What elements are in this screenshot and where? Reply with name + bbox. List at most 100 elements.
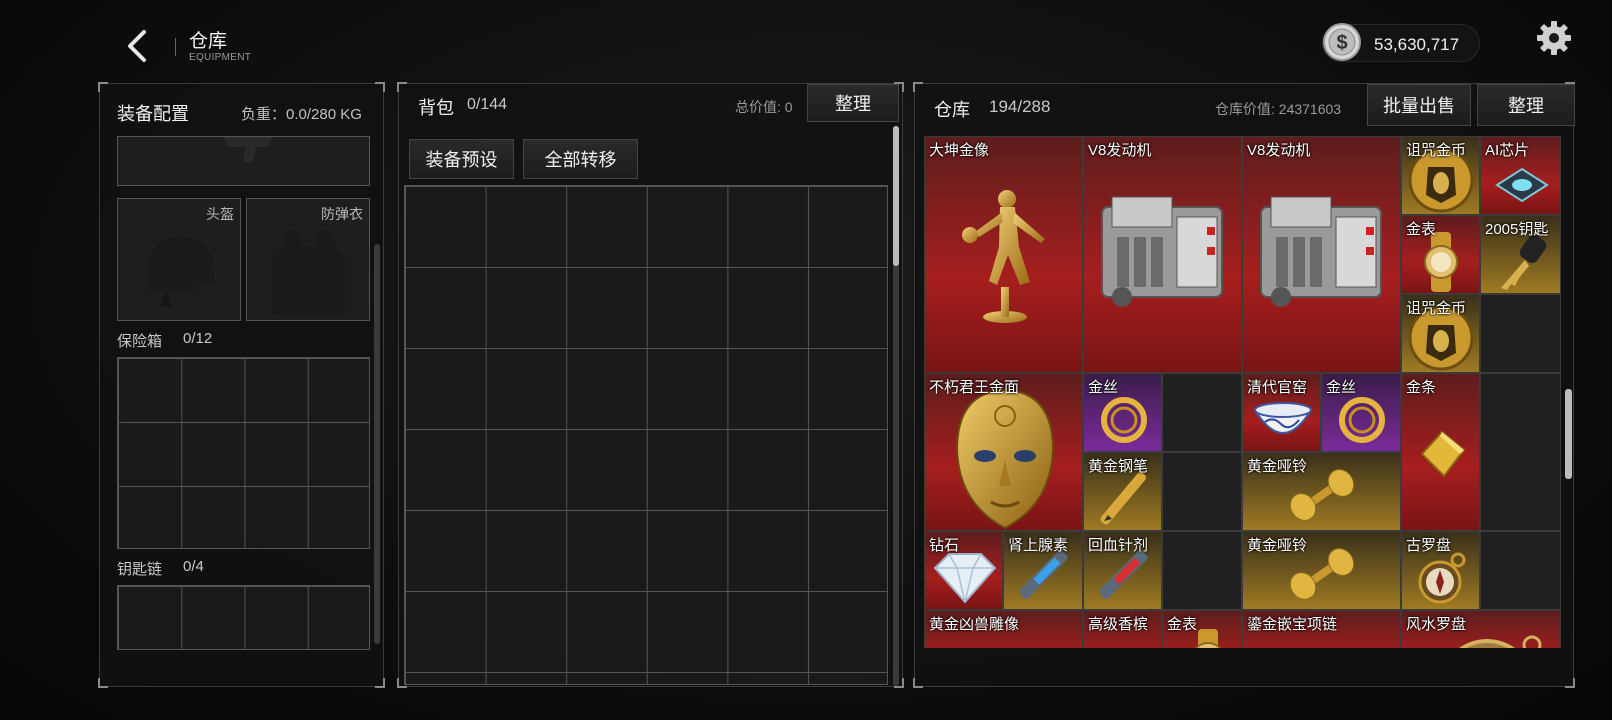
equipment-preset-button[interactable]: 装备预设 (409, 139, 514, 179)
item-name: 金丝 (1088, 379, 1119, 396)
gear-icon (1537, 21, 1571, 55)
warehouse-empty-slot[interactable] (1480, 373, 1561, 531)
safe-box-count: 0/12 (183, 330, 213, 347)
warehouse-item-ancient-compass[interactable]: 古罗盘 (1401, 531, 1480, 610)
engine-icon (1260, 196, 1382, 307)
warehouse-item-gold-wire-2[interactable]: 金丝 (1321, 373, 1401, 452)
warehouse-item-gold-dumbbell-1[interactable]: 黄金哑铃 (1242, 452, 1401, 531)
item-name: 不朽君王金面 (929, 379, 1020, 396)
item-name: 诅咒金币 (1406, 142, 1467, 159)
settings-button[interactable] (1534, 18, 1574, 58)
warehouse-item-gold-watch-2[interactable]: 金表 (1162, 610, 1242, 648)
warehouse-item-ai-chip[interactable]: AI芯片 (1480, 136, 1561, 215)
item-name: 黄金钢笔 (1088, 458, 1149, 475)
item-name: 金条 (1406, 379, 1437, 396)
item-name: 黄金哑铃 (1247, 458, 1308, 475)
warehouse-item-2005-key[interactable]: 2005钥匙 (1480, 215, 1561, 294)
weapon-slot[interactable] (117, 136, 370, 186)
warehouse-empty-slot[interactable] (1162, 531, 1242, 610)
warehouse-item-champagne[interactable]: 高级香槟 (1083, 610, 1162, 648)
compass-icon (1418, 552, 1466, 604)
chip-icon (1495, 167, 1549, 203)
vest-icon (273, 231, 345, 315)
item-name: 钻石 (929, 537, 960, 554)
item-name: 金表 (1406, 221, 1437, 238)
warehouse-item-gilded-necklace[interactable]: 鎏金嵌宝项链 (1242, 610, 1401, 648)
warehouse-grid[interactable]: 大坤金像 V8发动机 V8发动机 诅咒金币 AI芯片 金表 2005钥匙 诅咒金… (924, 136, 1561, 648)
warehouse-empty-slot[interactable] (1162, 373, 1242, 452)
safe-box-label: 保险箱 (117, 333, 163, 350)
warehouse-empty-slot[interactable] (1480, 531, 1561, 610)
transfer-all-button[interactable]: 全部转移 (523, 139, 638, 179)
gold-wire-icon (1339, 397, 1385, 443)
warehouse-scroll-thumb[interactable] (1565, 389, 1572, 479)
item-name: 风水罗盘 (1406, 616, 1467, 633)
keychain-grid[interactable] (117, 585, 370, 650)
item-name: 黄金凶兽雕像 (929, 616, 1020, 633)
warehouse-item-gold-pen[interactable]: 黄金钢笔 (1083, 452, 1162, 531)
warehouse-item-qing-porcelain[interactable]: 清代官窑 (1242, 373, 1321, 452)
svg-text:$: $ (1336, 32, 1347, 54)
warehouse-sort-button[interactable]: 整理 (1477, 84, 1575, 126)
warehouse-value: 仓库价值: 24371603 (1215, 101, 1342, 117)
item-name: 诅咒金币 (1406, 300, 1467, 317)
warehouse-item-adrenaline[interactable]: 肾上腺素 (1003, 531, 1083, 610)
engine-icon (1101, 196, 1223, 307)
key-icon (1501, 234, 1547, 290)
currency-value: 53,630,717 (1374, 35, 1460, 54)
gold-pen-icon (1100, 472, 1146, 525)
item-name: 高级香槟 (1088, 616, 1149, 633)
helmet-slot[interactable]: 头盔 (117, 198, 241, 321)
item-name: 回血针剂 (1088, 537, 1149, 554)
item-name: 古罗盘 (1406, 537, 1452, 554)
title-divider (175, 38, 176, 56)
warehouse-item-fengshui-compass[interactable]: 风水罗盘 (1401, 610, 1561, 648)
dollar-coin-icon: $ (1322, 22, 1362, 62)
gold-wire-icon (1101, 397, 1147, 443)
page-title: 仓库 (189, 31, 228, 52)
gun-silhouette-icon (223, 137, 273, 162)
item-name: 黄金哑铃 (1247, 537, 1308, 554)
warehouse-item-gold-watch-1[interactable]: 金表 (1401, 215, 1480, 294)
helmet-icon (146, 237, 214, 307)
backpack-sort-button[interactable]: 整理 (807, 84, 899, 122)
warehouse-item-cursed-coin-2[interactable]: 诅咒金币 (1401, 294, 1480, 373)
page-subtitle: EQUIPMENT (189, 52, 252, 63)
backpack-scrollbar[interactable] (893, 126, 899, 686)
helmet-slot-label: 头盔 (206, 206, 234, 222)
gold-watch-icon (1424, 232, 1458, 292)
backpack-panel: 背包 0/144 总价值: 0 整理 装备预设 全部转移 (397, 82, 904, 688)
item-name: V8发动机 (1247, 142, 1311, 159)
equipment-panel-title: 装备配置 (117, 104, 189, 124)
porcelain-bowl-icon (1253, 402, 1313, 434)
backpack-scroll-thumb[interactable] (893, 126, 899, 266)
item-name: 鎏金嵌宝项链 (1247, 616, 1338, 633)
syringe-icon (1019, 550, 1068, 599)
warehouse-item-gold-statue[interactable]: 大坤金像 (924, 136, 1083, 373)
backpack-grid[interactable] (404, 185, 888, 685)
warehouse-item-gold-wire-1[interactable]: 金丝 (1083, 373, 1162, 452)
equipment-scrollbar[interactable] (374, 244, 380, 644)
warehouse-item-healing-injection[interactable]: 回血针剂 (1083, 531, 1162, 610)
gold-dumbbell-icon (1289, 548, 1355, 600)
bulk-sell-button[interactable]: 批量出售 (1367, 84, 1471, 126)
warehouse-item-gold-mask[interactable]: 不朽君王金面 (924, 373, 1083, 531)
diamond-icon (933, 553, 997, 604)
warehouse-empty-slot[interactable] (1480, 294, 1561, 373)
item-name: 大坤金像 (929, 142, 990, 159)
warehouse-title: 仓库 (934, 100, 970, 120)
warehouse-item-gold-bar[interactable]: 金条 (1401, 373, 1480, 531)
back-button[interactable] (120, 26, 156, 66)
vest-slot[interactable]: 防弹衣 (246, 198, 370, 321)
warehouse-item-gold-dumbbell-2[interactable]: 黄金哑铃 (1242, 531, 1401, 610)
warehouse-item-cursed-coin-1[interactable]: 诅咒金币 (1401, 136, 1480, 215)
warehouse-item-diamond[interactable]: 钻石 (924, 531, 1003, 610)
warehouse-empty-slot[interactable] (1162, 452, 1242, 531)
backpack-count: 0/144 (467, 96, 508, 113)
warehouse-item-v8-engine-1[interactable]: V8发动机 (1083, 136, 1242, 373)
warehouse-item-v8-engine-2[interactable]: V8发动机 (1242, 136, 1401, 373)
keychain-label: 钥匙链 (117, 561, 163, 578)
warehouse-item-gold-beast-statue[interactable]: 黄金凶兽雕像 (924, 610, 1083, 648)
necklace-icon (1283, 639, 1363, 648)
safe-box-grid[interactable] (117, 357, 370, 549)
